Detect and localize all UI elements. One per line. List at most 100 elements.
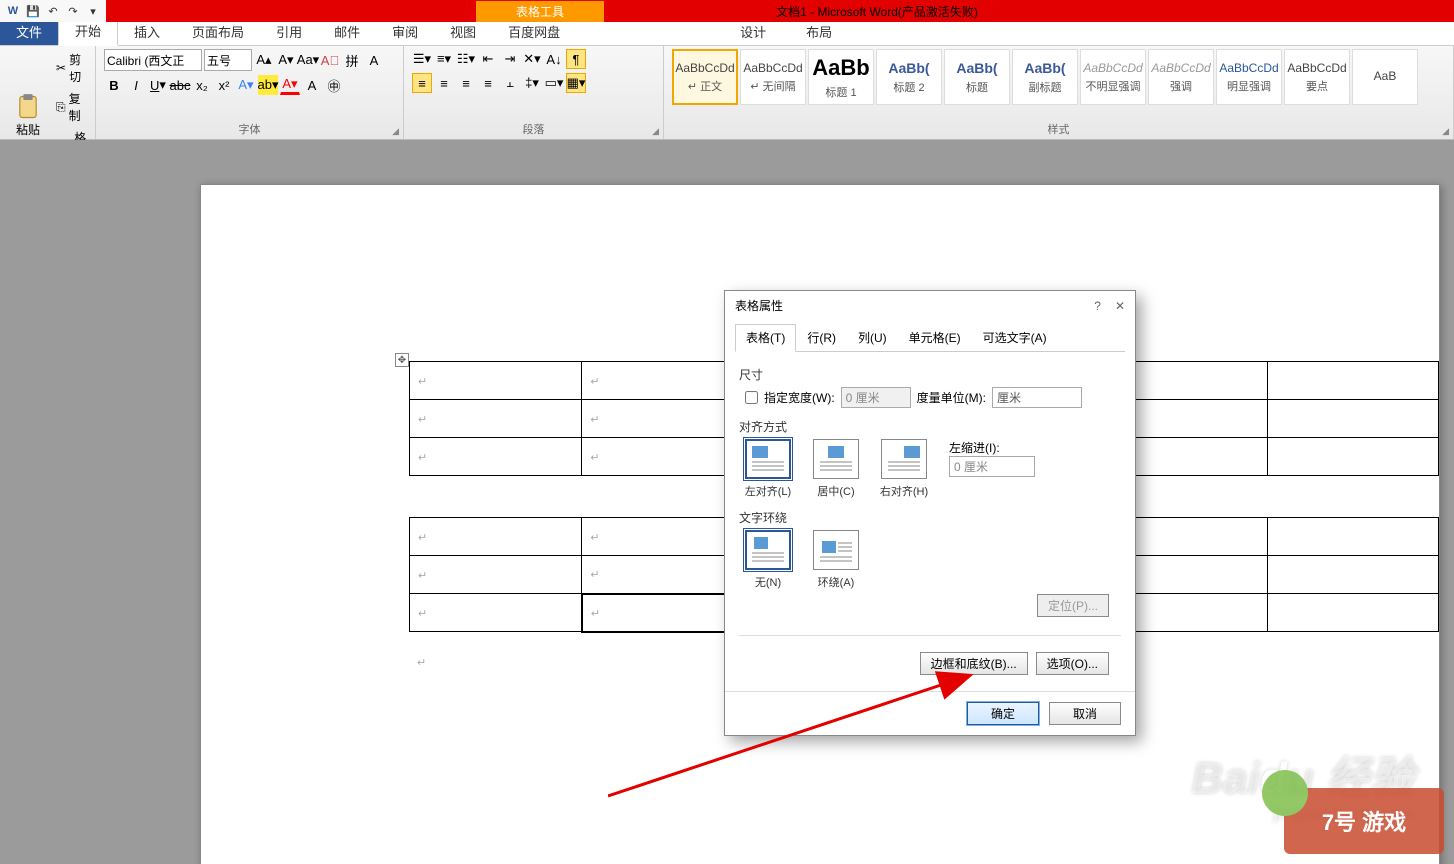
styles-launcher-icon[interactable]: ◢ <box>1442 126 1449 137</box>
font-color-icon[interactable]: A▾ <box>280 75 300 95</box>
dialog-title: 表格属性 <box>735 297 783 314</box>
increase-indent-icon[interactable]: ⇥ <box>500 49 520 69</box>
align-left-icon[interactable]: ≡ <box>412 73 432 93</box>
undo-icon[interactable]: ↶ <box>44 3 62 19</box>
customize-qat-icon[interactable]: ▾ <box>84 3 102 19</box>
char-border-icon[interactable]: A <box>364 50 384 70</box>
numbering-icon[interactable]: ≡▾ <box>434 49 454 69</box>
tab-table-layout[interactable]: 布局 <box>786 18 852 45</box>
align-center-option[interactable]: 居中(C) <box>807 439 865 499</box>
align-right-icon[interactable]: ≡ <box>456 73 476 93</box>
style-name: 要点 <box>1306 78 1328 94</box>
superscript-icon[interactable]: x² <box>214 75 234 95</box>
borders-shading-button[interactable]: 边框和底纹(B)... <box>920 652 1028 675</box>
distributed-icon[interactable]: ⫠ <box>500 73 520 93</box>
tab-mailings[interactable]: 邮件 <box>318 18 376 45</box>
style-item[interactable]: AaBbCcDd强调 <box>1148 49 1214 105</box>
italic-icon[interactable]: I <box>126 75 146 95</box>
multilevel-icon[interactable]: ☷▾ <box>456 49 476 69</box>
strikethrough-icon[interactable]: abc <box>170 75 190 95</box>
shading-icon[interactable]: ▭▾ <box>544 73 564 93</box>
dialog-tab-row[interactable]: 行(R) <box>796 324 847 351</box>
style-gallery[interactable]: AaBbCcDd↵ 正文AaBbCcDd↵ 无间隔AaBb标题 1AaBb(标题… <box>672 49 1418 120</box>
subscript-icon[interactable]: x₂ <box>192 75 212 95</box>
font-size-select[interactable] <box>204 49 252 71</box>
wrap-around-option[interactable]: 环绕(A) <box>807 530 865 590</box>
dialog-tab-table[interactable]: 表格(T) <box>735 324 796 352</box>
underline-icon[interactable]: U▾ <box>148 75 168 95</box>
enclose-char-icon[interactable]: ㊥ <box>324 75 344 95</box>
line-spacing-icon[interactable]: ‡▾ <box>522 73 542 93</box>
dialog-tab-alt-text[interactable]: 可选文字(A) <box>972 324 1058 351</box>
sort-icon[interactable]: A↓ <box>544 49 564 69</box>
ok-button[interactable]: 确定 <box>967 702 1039 725</box>
style-item[interactable]: AaBbCcDd↵ 正文 <box>672 49 738 105</box>
asian-layout-icon[interactable]: ✕▾ <box>522 49 542 69</box>
table-move-handle-icon[interactable]: ✥ <box>395 353 409 367</box>
copy-icon: ⎘ <box>56 100 66 115</box>
style-item[interactable]: AaBbCcDd不明显强调 <box>1080 49 1146 105</box>
tab-file[interactable]: 文件 <box>0 18 58 45</box>
shrink-font-icon[interactable]: A▾ <box>276 50 296 70</box>
decrease-indent-icon[interactable]: ⇤ <box>478 49 498 69</box>
bold-icon[interactable]: B <box>104 75 124 95</box>
change-case-icon[interactable]: Aa▾ <box>298 50 318 70</box>
style-item[interactable]: AaBbCcDd明显强调 <box>1216 49 1282 105</box>
tab-page-layout[interactable]: 页面布局 <box>176 18 260 45</box>
wrap-none-option[interactable]: 无(N) <box>739 530 797 590</box>
clear-format-icon[interactable]: A⃠ <box>320 50 340 70</box>
font-launcher-icon[interactable]: ◢ <box>392 126 399 137</box>
align-left-option[interactable]: 左对齐(L) <box>739 439 797 499</box>
style-item[interactable]: AaBbCcDd要点 <box>1284 49 1350 105</box>
grow-font-icon[interactable]: A▴ <box>254 50 274 70</box>
style-item[interactable]: AaBbCcDd↵ 无间隔 <box>740 49 806 105</box>
tab-review[interactable]: 审阅 <box>376 18 434 45</box>
justify-icon[interactable]: ≡ <box>478 73 498 93</box>
preferred-width-checkbox[interactable] <box>745 391 758 404</box>
align-center-label: 居中(C) <box>817 483 854 499</box>
wrap-around-label: 环绕(A) <box>818 574 855 590</box>
cancel-button[interactable]: 取消 <box>1049 702 1121 725</box>
save-icon[interactable]: 💾 <box>24 3 42 19</box>
paragraph-launcher-icon[interactable]: ◢ <box>652 126 659 137</box>
tab-table-design[interactable]: 设计 <box>720 18 786 45</box>
style-name: ↵ 无间隔 <box>750 78 795 94</box>
tab-insert[interactable]: 插入 <box>118 18 176 45</box>
phonetic-guide-icon[interactable]: 拼 <box>342 50 362 70</box>
indent-input[interactable] <box>949 456 1035 477</box>
bullets-icon[interactable]: ☰▾ <box>412 49 432 69</box>
dialog-tab-cell[interactable]: 单元格(E) <box>898 324 972 351</box>
char-shading-icon[interactable]: A <box>302 75 322 95</box>
style-item[interactable]: AaBb(标题 <box>944 49 1010 105</box>
tab-references[interactable]: 引用 <box>260 18 318 45</box>
style-preview: AaBbCcDd <box>675 61 734 75</box>
text-effects-icon[interactable]: A▾ <box>236 75 256 95</box>
options-button[interactable]: 选项(O)... <box>1036 652 1109 675</box>
scissors-icon: ✂ <box>56 61 66 75</box>
dialog-titlebar[interactable]: 表格属性 ? ✕ <box>725 291 1135 320</box>
highlight-icon[interactable]: ab▾ <box>258 75 278 95</box>
cut-button[interactable]: ✂剪切 <box>52 49 90 87</box>
style-item[interactable]: AaB <box>1352 49 1418 105</box>
measure-in-label: 度量单位(M): <box>917 389 986 406</box>
close-icon[interactable]: ✕ <box>1115 299 1125 313</box>
redo-icon[interactable]: ↷ <box>64 3 82 19</box>
style-item[interactable]: AaBb标题 1 <box>808 49 874 105</box>
tab-baidu-pan[interactable]: 百度网盘 <box>492 18 576 45</box>
style-name: 明显强调 <box>1227 78 1271 94</box>
align-right-label: 右对齐(H) <box>880 483 928 499</box>
font-name-select[interactable] <box>104 49 202 71</box>
style-preview: AaBb( <box>956 60 997 76</box>
copy-button[interactable]: ⎘复制 <box>52 88 90 126</box>
align-right-option[interactable]: 右对齐(H) <box>875 439 933 499</box>
dialog-tab-column[interactable]: 列(U) <box>847 324 898 351</box>
help-icon[interactable]: ? <box>1094 299 1101 313</box>
style-item[interactable]: AaBb(标题 2 <box>876 49 942 105</box>
style-item[interactable]: AaBb(副标题 <box>1012 49 1078 105</box>
font-group-label: 字体 <box>239 124 261 136</box>
tab-view[interactable]: 视图 <box>434 18 492 45</box>
align-center-icon[interactable]: ≡ <box>434 73 454 93</box>
borders-icon[interactable]: ▦▾ <box>566 73 586 93</box>
align-center-thumb-icon <box>813 439 859 479</box>
show-marks-icon[interactable]: ¶ <box>566 49 586 69</box>
